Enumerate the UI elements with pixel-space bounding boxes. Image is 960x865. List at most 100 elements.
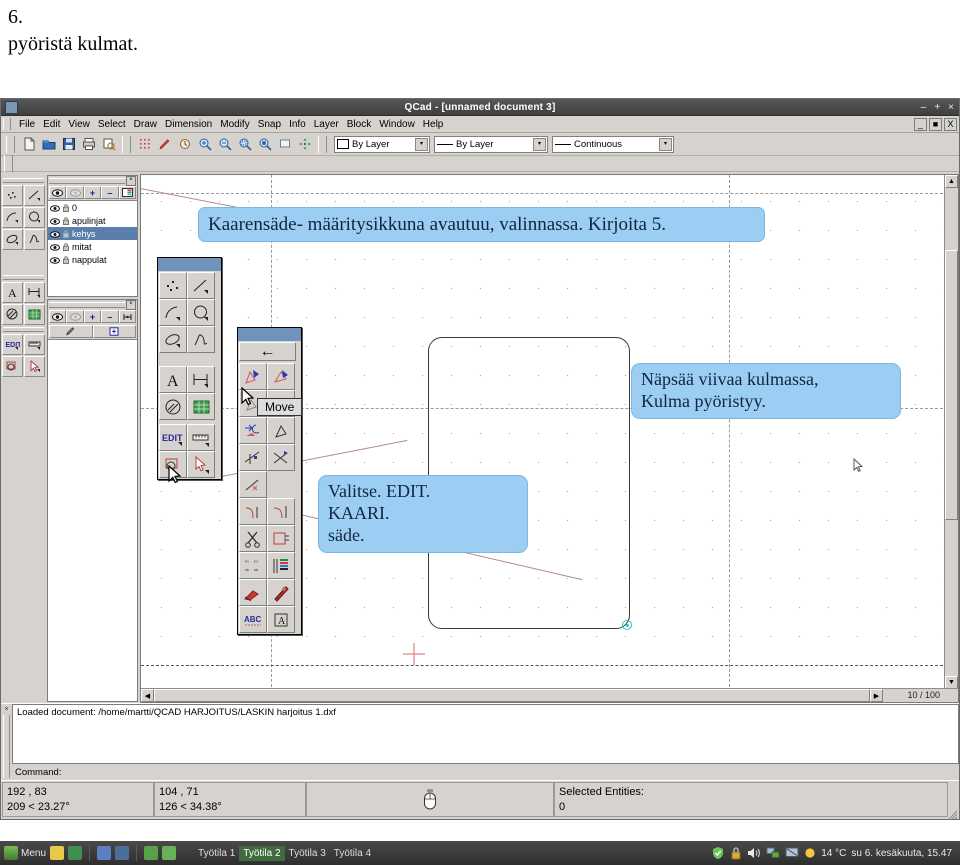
terminal-icon[interactable] [115,846,130,860]
weather-sun-icon[interactable] [804,847,816,859]
start-menu-button[interactable]: Menu [4,846,46,860]
scroll-right-button[interactable]: ▶ [870,689,883,702]
menu-item-info[interactable]: Info [285,119,310,130]
shield-check-icon[interactable] [711,846,725,860]
grid-icon[interactable] [135,135,154,154]
menubar-grip[interactable] [3,118,11,130]
raster-image-icon[interactable] [187,393,215,420]
mdi-restore-button[interactable]: ■ [929,117,942,131]
hatch-icon[interactable] [2,304,23,325]
eye-icon[interactable] [50,217,60,225]
canvas-vertical-scrollbar[interactable]: ▲ ▼ [944,175,958,702]
menu-item-modify[interactable]: Modify [216,119,253,130]
maximize-button[interactable]: + [934,102,940,113]
attributes-icon[interactable] [267,552,295,579]
horizontal-scroll-thumb[interactable] [154,689,870,702]
zoom-previous-icon[interactable] [275,135,294,154]
layer-row-apulinjat[interactable]: apulinjat [48,214,137,227]
lock-icon[interactable] [63,229,69,238]
zoom-window-icon[interactable] [235,135,254,154]
stretch-icon[interactable] [267,525,295,552]
eye-icon[interactable] [50,256,60,264]
mdi-minimize-button[interactable]: _ [914,117,927,131]
layer-row-kehys[interactable]: kehys [48,227,137,240]
command-area-grip[interactable]: × [1,704,12,780]
layer-panel-drag-handle[interactable] [49,177,125,184]
eye-icon[interactable] [50,204,60,212]
secondary-toolbar-grip[interactable] [4,155,13,172]
window-resize-grip[interactable] [948,807,958,820]
hide-all-layers-icon[interactable] [66,186,84,199]
trim-two-icon[interactable] [267,444,295,471]
remove-layer-button[interactable]: – [101,186,119,199]
edit-block-icon[interactable] [49,325,93,338]
lock-icon[interactable] [63,203,69,212]
snap-icon[interactable] [175,135,194,154]
mdi-close-button[interactable]: X [944,117,957,131]
command-input[interactable] [64,765,959,779]
command-grip-bar[interactable] [3,715,10,778]
canvas-horizontal-scrollbar[interactable]: ◀ ▶ 10 / 100 [141,688,958,702]
workspace-3[interactable]: Työtila 3 [285,846,330,861]
rotate-two-icon[interactable] [267,417,295,444]
menu-item-edit[interactable]: Edit [39,119,64,130]
pan-icon[interactable] [295,135,314,154]
add-block-button[interactable]: + [83,310,102,323]
kmenu-icon[interactable] [4,846,18,860]
menu-item-draw[interactable]: Draw [130,119,161,130]
text-box-icon[interactable]: A [267,606,295,633]
app-icon[interactable] [97,846,112,860]
folder-icon[interactable] [162,846,177,860]
lock-icon[interactable] [63,242,69,251]
lock-icon[interactable] [63,216,69,225]
ellipse-icon[interactable] [159,326,187,353]
line-icon[interactable] [187,272,215,299]
remove-block-button[interactable]: – [101,310,119,323]
edit-icon[interactable]: EDIT [159,424,187,451]
drawing-canvas-area[interactable]: Kaarensäde- määritysikkuna avautuu, vali… [140,174,959,703]
layer-color-combo[interactable]: By Layer ▾ [334,135,430,153]
line-icon[interactable] [24,185,45,206]
spreadsheet-icon[interactable] [68,846,83,860]
editor-icon[interactable] [50,846,65,860]
minimize-button[interactable]: – [921,102,927,113]
arc-icon[interactable] [159,299,187,326]
dimension-icon[interactable] [24,282,45,303]
print-icon[interactable] [79,135,98,154]
block-panel-header[interactable]: × [48,299,137,310]
layer-row-nappulat[interactable]: nappulat [48,253,137,266]
rotate-icon[interactable] [267,363,295,390]
cut-icon[interactable] [239,525,267,552]
home-icon[interactable] [144,846,159,860]
line-type-combo[interactable]: Continuous ▾ [552,135,674,153]
text-icon[interactable]: A [2,282,23,303]
text-abc-icon[interactable]: ABC [239,606,267,633]
scroll-up-button[interactable]: ▲ [945,175,958,188]
drawing-canvas[interactable]: Kaarensäde- määritysikkuna avautuu, vali… [141,175,958,702]
circle-icon[interactable] [187,299,215,326]
add-layer-button[interactable]: + [83,186,102,199]
spline-icon[interactable] [187,326,215,353]
menu-item-window[interactable]: Window [375,119,419,130]
move-rotate-icon[interactable] [239,417,267,444]
menu-item-select[interactable]: Select [94,119,130,130]
spline-icon[interactable] [24,229,45,250]
arc-icon[interactable] [2,207,23,228]
lengthen-icon[interactable] [239,471,267,498]
insert-block-icon[interactable] [92,325,136,338]
edit-icon[interactable]: EDIT [2,334,23,355]
close-button[interactable]: × [948,102,954,113]
workspace-2[interactable]: Työtila 2 [239,845,285,861]
menu-item-block[interactable]: Block [343,119,375,130]
layer-panel-header[interactable]: × [48,175,137,186]
trim-icon[interactable] [2,356,23,377]
round-icon[interactable] [267,498,295,525]
close-icon[interactable]: × [4,706,8,713]
measure-icon[interactable] [187,424,215,451]
open-folder-icon[interactable] [39,135,58,154]
hide-all-blocks-icon[interactable] [66,310,84,323]
chevron-down-icon[interactable]: ▾ [533,137,546,151]
eraser-icon[interactable] [239,579,267,606]
layer-properties-icon[interactable] [118,186,137,199]
toolbar-grip-file[interactable] [6,135,15,153]
